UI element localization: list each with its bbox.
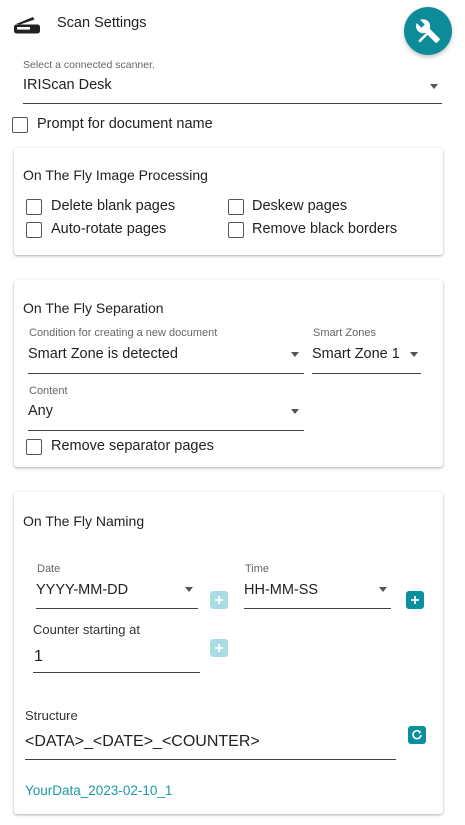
time-select-label: Time bbox=[245, 563, 270, 575]
chevron-down-icon[interactable] bbox=[185, 587, 193, 592]
condition-select-label: Condition for creating a new document bbox=[29, 327, 218, 339]
counter-input-value[interactable]: 1 bbox=[34, 648, 43, 666]
time-select-value[interactable]: HH-MM-SS bbox=[244, 582, 318, 598]
smart-zones-select-label: Smart Zones bbox=[313, 327, 376, 339]
auto-rotate-pages-checkbox[interactable] bbox=[26, 222, 42, 238]
date-select-value[interactable]: YYYY-MM-DD bbox=[36, 582, 128, 598]
header: Scan Settings bbox=[0, 0, 465, 55]
scanner-icon bbox=[14, 17, 40, 34]
structure-input-label: Structure bbox=[25, 708, 78, 723]
remove-black-borders-checkbox[interactable] bbox=[228, 222, 244, 238]
content-select-value[interactable]: Any bbox=[28, 403, 53, 419]
scanner-select-label: Select a connected scanner. bbox=[23, 59, 155, 71]
tools-button[interactable] bbox=[404, 7, 452, 55]
page-title: Scan Settings bbox=[57, 15, 147, 31]
reset-icon bbox=[412, 729, 422, 740]
counter-input-label: Counter starting at bbox=[33, 622, 140, 637]
chevron-down-icon[interactable] bbox=[410, 352, 418, 357]
smart-zones-select-value[interactable]: Smart Zone 1 bbox=[312, 346, 400, 362]
structure-input-value[interactable]: <DATA>_<DATE>_<COUNTER> bbox=[25, 733, 260, 751]
add-counter-button[interactable] bbox=[210, 639, 228, 657]
structure-input-underline bbox=[25, 759, 396, 760]
content-select-underline bbox=[28, 430, 304, 431]
date-select-underline bbox=[36, 608, 198, 609]
add-time-button[interactable] bbox=[406, 591, 424, 609]
remove-separator-pages-label: Remove separator pages bbox=[51, 438, 214, 454]
counter-input-underline bbox=[33, 672, 200, 673]
deskew-pages-checkbox[interactable] bbox=[228, 199, 244, 215]
scanner-select-underline bbox=[23, 103, 442, 104]
chevron-down-icon[interactable] bbox=[430, 84, 438, 89]
plus-icon bbox=[215, 596, 223, 604]
content-select-label: Content bbox=[29, 385, 68, 397]
tools-icon bbox=[416, 19, 440, 43]
prompt-doc-name-label: Prompt for document name bbox=[37, 116, 213, 132]
time-select-underline bbox=[244, 608, 391, 609]
delete-blank-pages-checkbox[interactable] bbox=[26, 199, 42, 215]
date-select-label: Date bbox=[37, 563, 61, 575]
deskew-pages-label: Deskew pages bbox=[252, 198, 348, 214]
naming-title: On The Fly Naming bbox=[23, 513, 145, 529]
naming-card: On The Fly Naming Date YYYY-MM-DD Time H… bbox=[14, 492, 443, 814]
scanner-select-value[interactable]: IRIScan Desk bbox=[23, 77, 112, 93]
remove-separator-pages-checkbox[interactable] bbox=[26, 439, 42, 455]
prompt-doc-name-checkbox[interactable] bbox=[12, 117, 28, 133]
condition-select-value[interactable]: Smart Zone is detected bbox=[28, 346, 178, 362]
chevron-down-icon[interactable] bbox=[291, 352, 299, 357]
reset-structure-button[interactable] bbox=[408, 726, 426, 744]
image-processing-card: On The Fly Image Processing Delete blank… bbox=[14, 148, 443, 255]
plus-icon bbox=[215, 644, 223, 652]
image-processing-title: On The Fly Image Processing bbox=[23, 167, 208, 183]
smart-zones-select-underline bbox=[312, 373, 421, 374]
auto-rotate-pages-label: Auto-rotate pages bbox=[51, 221, 167, 237]
separation-card: On The Fly Separation Condition for crea… bbox=[14, 280, 443, 467]
separation-title: On The Fly Separation bbox=[23, 300, 164, 316]
remove-black-borders-label: Remove black borders bbox=[252, 221, 398, 237]
delete-blank-pages-label: Delete blank pages bbox=[51, 198, 176, 214]
condition-select-underline bbox=[28, 373, 304, 374]
chevron-down-icon[interactable] bbox=[291, 409, 299, 414]
chevron-down-icon[interactable] bbox=[379, 587, 387, 592]
add-date-button[interactable] bbox=[210, 591, 228, 609]
naming-preview: YourData_2023-02-10_1 bbox=[25, 783, 173, 798]
plus-icon bbox=[411, 596, 419, 604]
